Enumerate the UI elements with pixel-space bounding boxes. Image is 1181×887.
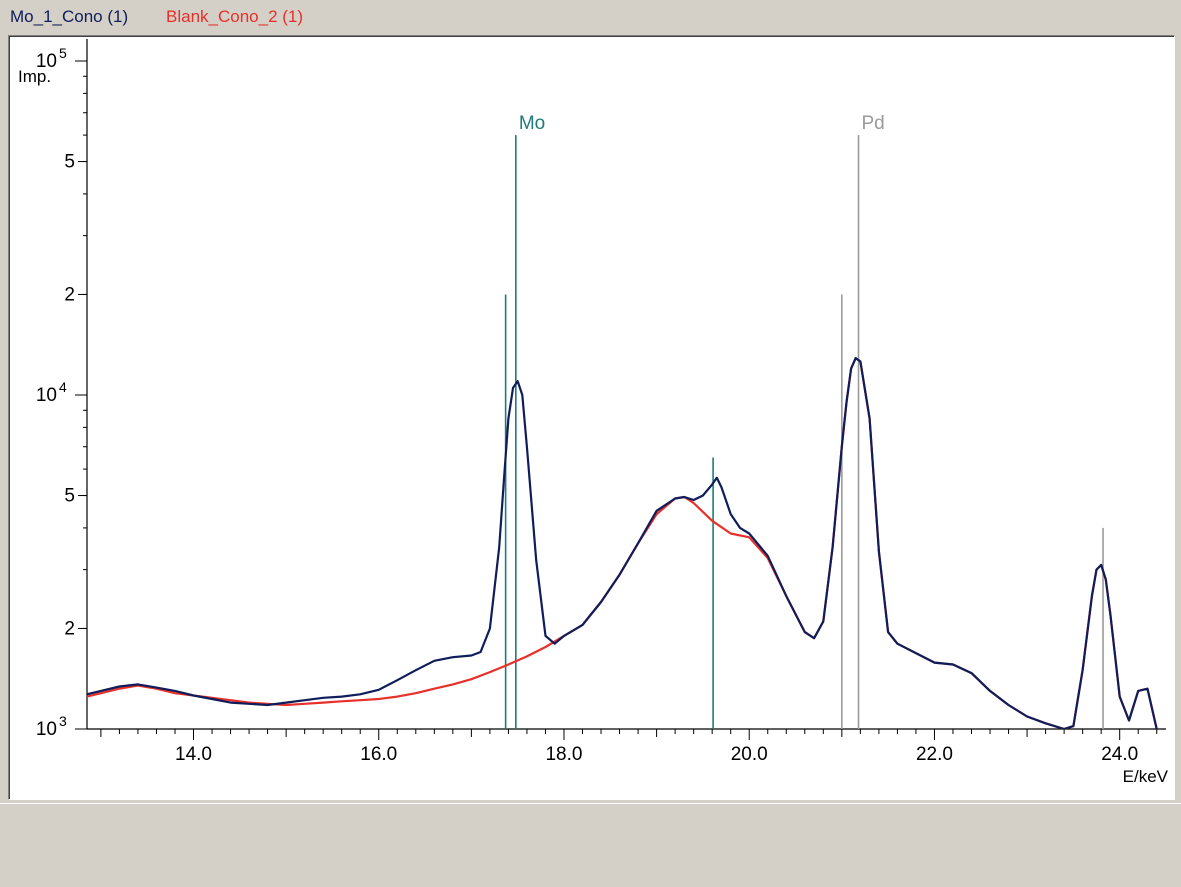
- spectrum-window: Mo_1_Cono (1) Blank_Cono_2 (1) 10 3 2 5 10 4 2…: [0, 0, 1181, 887]
- y-axis-label: Imp.: [18, 67, 51, 86]
- x-tick-label: 16.0: [360, 744, 397, 765]
- legend-entry-blank-cono-2[interactable]: Blank_Cono_2 (1): [166, 6, 303, 28]
- y-tick-label: 10: [36, 719, 57, 740]
- series-line-blank-cono-2: [87, 357, 1158, 729]
- y-tick-label: 10: [36, 385, 57, 406]
- x-tick-label: 14.0: [175, 744, 212, 765]
- x-tick-label: 22.0: [916, 744, 953, 765]
- marker-label-pd: Pd: [862, 113, 885, 134]
- y-tick-label: 2: [64, 618, 75, 639]
- x-axis-label: E/keV: [1123, 767, 1169, 786]
- x-tick-label: 20.0: [731, 744, 768, 765]
- legend-entry-mo-1-cono[interactable]: Mo_1_Cono (1): [10, 6, 128, 28]
- y-tick-label: 2: [64, 284, 75, 305]
- x-tick-label: 24.0: [1101, 744, 1138, 765]
- marker-label-mo: Mo: [519, 113, 545, 134]
- y-tick-label: 5: [64, 486, 75, 507]
- spectrum-chart[interactable]: 10 32510 42510 5Imp.14.0 16.0 18.0 20.0 22.0 24.…: [9, 36, 1174, 799]
- y-tick-exponent: 4: [59, 379, 67, 395]
- y-tick-label: 5: [64, 152, 75, 173]
- legend-bar: Mo_1_Cono (1) Blank_Cono_2 (1): [0, 0, 1181, 32]
- plot-area[interactable]: 10 3 2 5 10 4 2 5 10 5 Imp. 14.0 16.0 18.0 20.0 22.0 24.…: [8, 35, 1175, 800]
- y-tick-exponent: 3: [59, 713, 67, 729]
- x-tick-label: 18.0: [545, 744, 582, 765]
- y-tick-exponent: 5: [59, 45, 67, 61]
- status-area: [0, 803, 1181, 887]
- series-line-mo-1-cono: [87, 357, 1158, 729]
